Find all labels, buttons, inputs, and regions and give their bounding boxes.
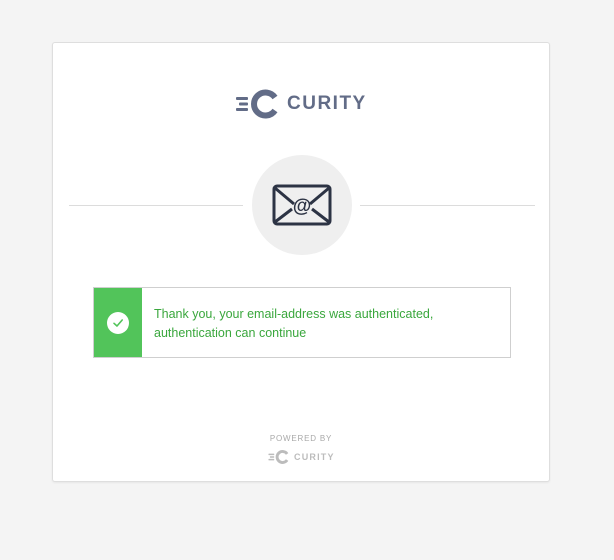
success-alert: Thank you, your email-address was authen… xyxy=(93,287,511,358)
curity-logo-icon xyxy=(236,89,278,119)
alert-message: Thank you, your email-address was authen… xyxy=(154,307,434,340)
envelope-at-icon: @ xyxy=(272,184,332,226)
divider-right xyxy=(360,205,535,206)
login-card: CURITY @ Thank you, your email-address w… xyxy=(52,42,550,482)
svg-text:@: @ xyxy=(293,196,312,217)
alert-icon-column xyxy=(94,288,142,357)
curity-logo-icon xyxy=(268,450,289,464)
footer-brand-name: CURITY xyxy=(294,452,335,462)
icon-circle: @ xyxy=(252,155,352,255)
brand-name: CURITY xyxy=(287,93,367,114)
footer-curity-logo: CURITY xyxy=(268,448,335,466)
powered-by-label: POWERED BY xyxy=(269,434,333,443)
curity-logo: CURITY xyxy=(235,88,367,120)
checkmark-icon xyxy=(107,311,129,334)
divider-left xyxy=(69,205,243,206)
